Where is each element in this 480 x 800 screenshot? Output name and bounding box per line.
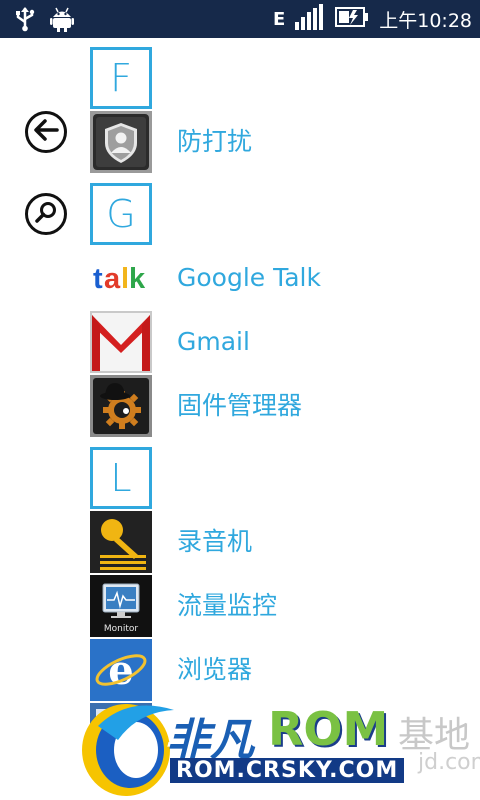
- app-label: 录音机: [177, 527, 253, 556]
- network-type-label: E: [272, 8, 286, 30]
- app-item-google-talk[interactable]: t a l k Google Talk: [90, 247, 480, 309]
- shield-person-icon: [90, 111, 152, 173]
- app-item-traffic-monitor[interactable]: Monitor 流量监控: [90, 575, 480, 637]
- svg-text:t: t: [93, 263, 103, 295]
- app-item-do-not-disturb[interactable]: 防打扰: [90, 111, 480, 173]
- letter-tile: F: [90, 47, 152, 109]
- app-label: 流量监控: [177, 591, 278, 620]
- app-label: 固件管理器: [177, 391, 303, 420]
- app-label: 浏览器: [177, 655, 253, 684]
- watermark-logo: 非凡 ROM ROM.CRSKY.COM 基地 jd.com: [78, 696, 480, 800]
- signal-strength-icon: [295, 4, 325, 34]
- svg-text:a: a: [104, 263, 121, 295]
- app-item-browser[interactable]: e 浏览器: [90, 639, 480, 701]
- internet-explorer-icon: e: [90, 639, 152, 701]
- app-label: Gmail: [177, 327, 250, 356]
- section-header-g[interactable]: G: [90, 183, 480, 245]
- android-debug-icon: [50, 6, 74, 36]
- back-button[interactable]: [25, 111, 67, 153]
- gmail-envelope-icon: [90, 311, 152, 373]
- section-header-f[interactable]: F: [90, 47, 480, 109]
- status-bar: E 上午10:28: [0, 0, 480, 38]
- search-icon: [34, 200, 58, 228]
- watermark-side-small: jd.com: [418, 750, 480, 775]
- usb-icon: [14, 6, 36, 36]
- search-button[interactable]: [25, 193, 67, 235]
- microphone-icon: [90, 511, 152, 573]
- monitor-icon: Monitor: [90, 575, 152, 637]
- letter-tile: G: [90, 183, 152, 245]
- svg-text:e: e: [108, 647, 133, 694]
- app-item-recorder[interactable]: 录音机: [90, 511, 480, 573]
- watermark-brand-en: ROM: [268, 702, 389, 756]
- svg-text:Monitor: Monitor: [104, 624, 139, 634]
- watermark-url: ROM.CRSKY.COM: [170, 758, 405, 783]
- app-label: 防打扰: [177, 127, 253, 156]
- gear-bowler-icon: [90, 375, 152, 437]
- svg-text:l: l: [121, 263, 129, 295]
- letter-tile: L: [90, 447, 152, 509]
- svg-text:k: k: [129, 263, 146, 295]
- section-header-l[interactable]: L: [90, 447, 480, 509]
- clock-time: 上午10:28: [379, 9, 472, 32]
- app-item-gmail[interactable]: Gmail: [90, 311, 480, 373]
- battery-charging-icon: [335, 6, 369, 32]
- app-label: Google Talk: [177, 263, 321, 292]
- app-item-firmware-manager[interactable]: 固件管理器: [90, 375, 480, 437]
- arrow-left-icon: [33, 119, 59, 145]
- talk-logo-icon: t a l k: [90, 247, 152, 309]
